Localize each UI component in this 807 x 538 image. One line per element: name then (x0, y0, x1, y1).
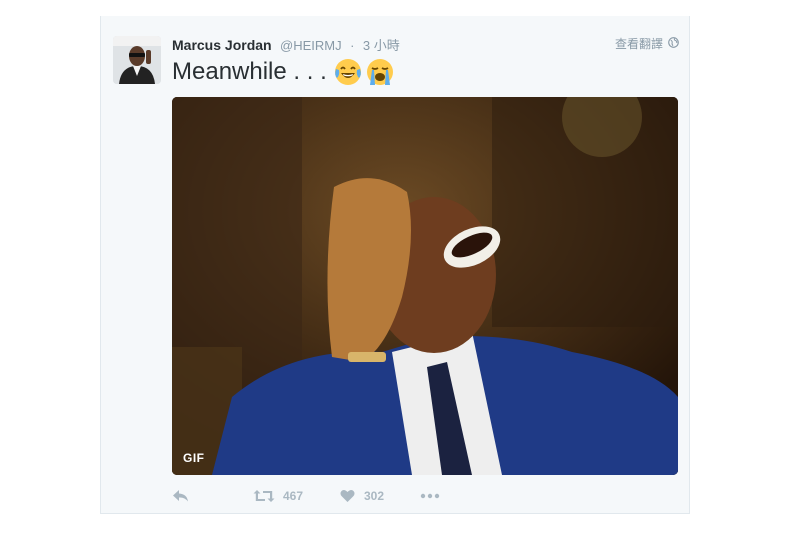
tweet-card[interactable]: Marcus Jordan @HEIRMJ · 3 小時 查看翻譯 Meanwh… (100, 16, 690, 514)
separator-dot: · (350, 38, 355, 53)
tweet-actions: 467 302 (172, 487, 440, 505)
retweet-button[interactable]: 467 (253, 489, 340, 503)
retweet-icon (253, 489, 275, 503)
avatar[interactable] (113, 36, 161, 84)
reply-icon (172, 489, 190, 503)
tweet-text: Meanwhile . . . (172, 58, 327, 85)
translate-link[interactable]: 查看翻譯 (615, 35, 679, 52)
globe-icon (668, 36, 679, 51)
tweet-header: Marcus Jordan @HEIRMJ · 3 小時 (172, 35, 400, 53)
gif-frame (172, 97, 678, 475)
author-handle[interactable]: @HEIRMJ (280, 38, 342, 53)
tweet-text-container: Meanwhile . . . (172, 57, 395, 87)
like-count: 302 (364, 489, 385, 503)
translate-label: 查看翻譯 (614, 37, 663, 51)
timestamp[interactable]: 3 小時 (363, 38, 400, 53)
more-dots-icon (420, 493, 440, 499)
author-name[interactable]: Marcus Jordan (172, 37, 272, 53)
loudly-crying-face-icon (366, 59, 393, 85)
avatar-image (113, 36, 161, 84)
retweet-count: 467 (283, 489, 304, 503)
face-with-tears-of-joy-icon (334, 59, 361, 85)
like-button[interactable]: 302 (340, 489, 420, 503)
reply-button[interactable] (172, 489, 253, 503)
more-options-button[interactable] (420, 493, 440, 499)
tweet-emojis (333, 57, 395, 87)
heart-icon (340, 489, 355, 503)
gif-badge: GIF (183, 451, 205, 465)
tweet-gif-media[interactable]: GIF (172, 97, 678, 475)
